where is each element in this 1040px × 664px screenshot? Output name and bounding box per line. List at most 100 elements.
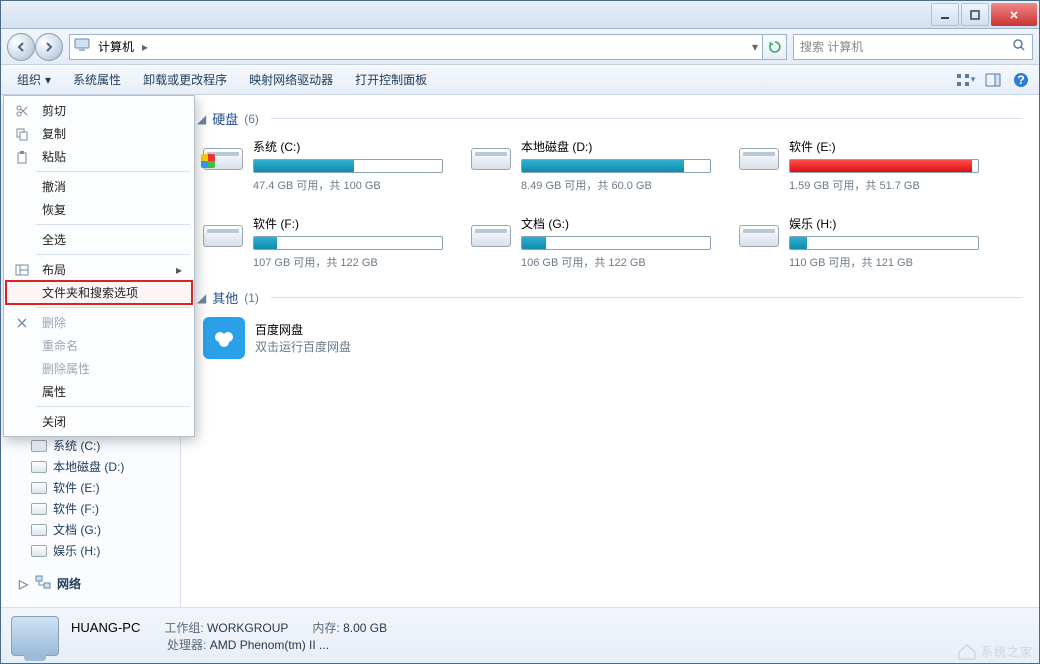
menu-item-undo[interactable]: 撤消 [6,175,192,198]
menu-separator [36,224,190,225]
tree-item-3[interactable]: 软件 (F:) [1,498,180,519]
drive-title: 软件 (E:) [789,138,979,155]
breadcrumb-arrow-icon[interactable]: ▸ [142,40,148,54]
status-workgroup-label: 工作组: [164,621,203,635]
menu-item-close[interactable]: 关闭 [6,410,192,433]
drive-icon [31,524,47,536]
menu-item-paste[interactable]: 粘贴 [6,145,192,168]
expander-icon[interactable]: ▷ [19,577,29,591]
drive-item[interactable]: 文档 (G:)106 GB 可用，共 122 GB [471,215,711,270]
menu-item-delete: 删除 [6,311,192,334]
menu-separator [36,307,190,308]
drive-icon [31,461,47,473]
tree-item-label: 文档 (G:) [53,521,101,538]
group-other[interactable]: ◢ 其他 (1) [197,288,1023,307]
drive-icon [31,545,47,557]
drive-item[interactable]: 软件 (F:) 107 GB 可用，共 122 GB [203,215,443,270]
tree-item-5[interactable]: 娱乐 (H:) [1,540,180,561]
toolbar-control-panel[interactable]: 打开控制面板 [345,67,437,92]
toolbar-system-properties[interactable]: 系统属性 [63,67,131,92]
group-title: 硬盘 [212,109,238,128]
drive-item[interactable]: 软件 (E:) 1.59 GB 可用，共 51.7 GB [739,138,979,193]
drive-icon [31,440,47,452]
tree-item-2[interactable]: 软件 (E:) [1,477,180,498]
menu-item-label: 粘贴 [42,148,66,165]
tree-item-label: 系统 (C:) [53,437,100,454]
status-cpu-label: 处理器: [167,638,206,652]
breadcrumb-segment[interactable]: 计算机 [94,37,138,56]
drive-item[interactable]: 娱乐 (H:)110 GB 可用，共 121 GB [739,215,979,270]
status-memory: 8.00 GB [343,621,387,635]
collapse-icon: ◢ [197,291,206,305]
status-workgroup: WORKGROUP [207,621,288,635]
address-bar[interactable]: 计算机 ▸ ▾ [69,34,763,60]
windows-logo-icon [201,154,215,168]
status-pc-name: HUANG-PC [71,620,140,635]
toolbar-map-drive[interactable]: 映射网络驱动器 [239,67,343,92]
menu-item-rename: 重命名 [6,334,192,357]
status-memory-label: 内存: [312,621,339,635]
minimize-button[interactable] [931,3,959,26]
drive-item[interactable]: 本地磁盘 (D:)8.49 GB 可用，共 60.0 GB [471,138,711,193]
hard-drive-icon [739,138,779,174]
other-item-label: 百度网盘 [255,321,351,338]
body-split: 系统 (C:) 本地磁盘 (D:) 软件 (E:) 软件 (F:) 文档 (G:) 娱乐 … [1,95,1039,607]
group-hard-disks[interactable]: ◢ 硬盘 (6) [197,109,1023,128]
address-row: 计算机 ▸ ▾ 搜索 计算机 [1,29,1039,65]
preview-pane-button[interactable] [981,68,1005,92]
tree-item-label: 本地磁盘 (D:) [53,458,124,475]
address-dropdown-icon[interactable]: ▾ [752,40,758,54]
organize-menu: 剪切复制粘贴撤消恢复全选布局▸文件夹和搜索选项删除重命名删除属性属性关闭 [3,95,195,437]
capacity-bar [253,159,443,173]
refresh-button[interactable] [763,34,787,60]
organize-dropdown[interactable]: 组织 ▾ [7,67,61,92]
back-button[interactable] [7,33,35,61]
scissors-icon [14,104,30,118]
menu-item-redo[interactable]: 恢复 [6,198,192,221]
search-input[interactable]: 搜索 计算机 [793,34,1033,60]
svg-text:?: ? [1017,73,1024,87]
drive-title: 软件 (F:) [253,215,443,232]
menu-item-label: 删除属性 [42,360,90,377]
drive-free-text: 107 GB 可用，共 122 GB [253,254,443,270]
drive-icon [31,503,47,515]
toolbar-uninstall[interactable]: 卸载或更改程序 [133,67,237,92]
toolbar: 组织 ▾ 系统属性 卸载或更改程序 映射网络驱动器 打开控制面板 ▾ ? [1,65,1039,95]
menu-item-props[interactable]: 属性 [6,380,192,403]
drive-free-text: 47.4 GB 可用，共 100 GB [253,177,443,193]
capacity-bar [789,159,979,173]
menu-item-label: 全选 [42,231,66,248]
view-mode-button[interactable]: ▾ [953,68,977,92]
hard-drive-icon [203,138,243,174]
tree-item-1[interactable]: 本地磁盘 (D:) [1,456,180,477]
tree-item-4[interactable]: 文档 (G:) [1,519,180,540]
hard-drive-icon [471,138,511,174]
nav-buttons [7,33,63,61]
menu-item-label: 属性 [42,383,66,400]
menu-separator [36,406,190,407]
tree-item-label: 软件 (E:) [53,479,100,496]
maximize-button[interactable] [961,3,989,26]
copy-icon [14,127,30,141]
menu-item-selectall[interactable]: 全选 [6,228,192,251]
other-item-sub: 双击运行百度网盘 [255,338,351,355]
menu-item-label: 剪切 [42,102,66,119]
drive-grid: 系统 (C:)47.4 GB 可用，共 100 GB 本地磁盘 (D:)8.49 … [203,138,1023,270]
tree-item-0[interactable]: 系统 (C:) [1,435,180,456]
status-cpu: AMD Phenom(tm) II ... [210,638,329,652]
hard-drive-icon [739,215,779,251]
capacity-bar [521,159,711,173]
forward-button[interactable] [35,33,63,61]
menu-item-layout[interactable]: 布局▸ [6,258,192,281]
drive-free-text: 8.49 GB 可用，共 60.0 GB [521,177,711,193]
menu-item-folderopts[interactable]: 文件夹和搜索选项 [6,281,192,304]
help-button[interactable]: ? [1009,68,1033,92]
drive-item[interactable]: 系统 (C:)47.4 GB 可用，共 100 GB [203,138,443,193]
other-item-baidu[interactable]: 百度网盘 双击运行百度网盘 [203,317,1023,359]
menu-item-cut[interactable]: 剪切 [6,99,192,122]
close-button[interactable] [991,3,1037,26]
menu-item-copy[interactable]: 复制 [6,122,192,145]
menu-item-label: 删除 [42,314,66,331]
tree-item-6[interactable]: ▷网络 [1,573,180,594]
drive-free-text: 1.59 GB 可用，共 51.7 GB [789,177,979,193]
